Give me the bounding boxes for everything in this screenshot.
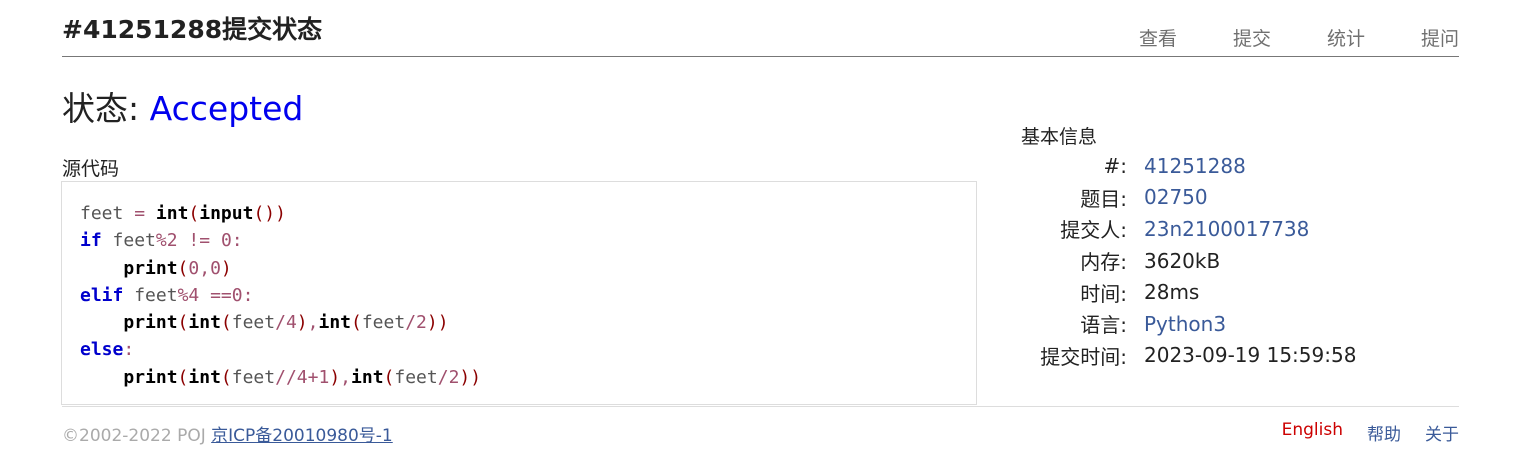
- info-key: 语言:: [1080, 313, 1127, 338]
- info-row-submit-time: 提交时间: 2023-09-19 15:59:58: [1021, 340, 1356, 372]
- nav-view-link[interactable]: 查看: [1139, 24, 1177, 51]
- status-line: 状态: Accepted: [62, 82, 303, 130]
- status-value: Accepted: [149, 89, 304, 128]
- page-title: #41251288提交状态: [62, 15, 323, 44]
- help-link[interactable]: 帮助: [1367, 420, 1401, 445]
- info-title: 基本信息: [1021, 126, 1098, 148]
- english-link[interactable]: English: [1282, 420, 1343, 445]
- about-link[interactable]: 关于: [1425, 420, 1459, 445]
- status-label: 状态:: [62, 89, 140, 128]
- footer: ©2002-2022 POJ 京ICP备20010980号-1 English …: [62, 406, 1459, 458]
- info-key: 时间:: [1080, 281, 1127, 306]
- info-key: #:: [1103, 153, 1128, 178]
- source-code-label: 源代码: [62, 158, 120, 180]
- info-row-submitter: 提交人: 23n2100017738: [1021, 213, 1356, 245]
- nav-submit-link[interactable]: 提交: [1233, 24, 1271, 51]
- top-nav: 查看 提交 统计 提问: [1083, 24, 1459, 51]
- nav-ask-link[interactable]: 提问: [1421, 24, 1459, 51]
- header: #41251288提交状态 查看 提交 统计 提问: [62, 0, 1459, 57]
- info-key: 提交时间:: [1040, 344, 1127, 369]
- submitter-link[interactable]: 23n2100017738: [1144, 217, 1309, 241]
- info-row-problem: 题目: 02750: [1021, 182, 1356, 214]
- info-row-id: #: 41251288: [1021, 150, 1356, 182]
- copyright: ©2002-2022 POJ 京ICP备20010980号-1: [62, 421, 393, 446]
- info-row-memory: 内存: 3620kB: [1021, 245, 1356, 277]
- icp-link[interactable]: 京ICP备20010980号-1: [211, 426, 393, 446]
- info-row-language: 语言: Python3: [1021, 308, 1356, 340]
- info-table: #: 41251288 题目: 02750 提交人: 23n2100017738…: [1021, 150, 1356, 371]
- source-code-block: feet = int(input()) if feet%2 != 0: prin…: [61, 181, 977, 405]
- nav-stats-link[interactable]: 统计: [1327, 24, 1365, 51]
- info-key: 内存:: [1080, 250, 1127, 275]
- submission-id-link[interactable]: 41251288: [1144, 154, 1246, 178]
- memory-value: 3620kB: [1144, 248, 1221, 273]
- info-key: 提交人:: [1060, 218, 1127, 243]
- problem-link[interactable]: 02750: [1144, 185, 1208, 209]
- info-row-time: 时间: 28ms: [1021, 276, 1356, 308]
- footer-links: English 帮助 关于: [1258, 420, 1459, 445]
- copyright-text: ©2002-2022 POJ: [62, 426, 206, 446]
- source-code: feet = int(input()) if feet%2 != 0: prin…: [80, 203, 482, 388]
- language-link[interactable]: Python3: [1144, 312, 1226, 336]
- submit-time-value: 2023-09-19 15:59:58: [1144, 343, 1357, 368]
- info-key: 题目:: [1080, 186, 1127, 211]
- time-value: 28ms: [1144, 280, 1200, 305]
